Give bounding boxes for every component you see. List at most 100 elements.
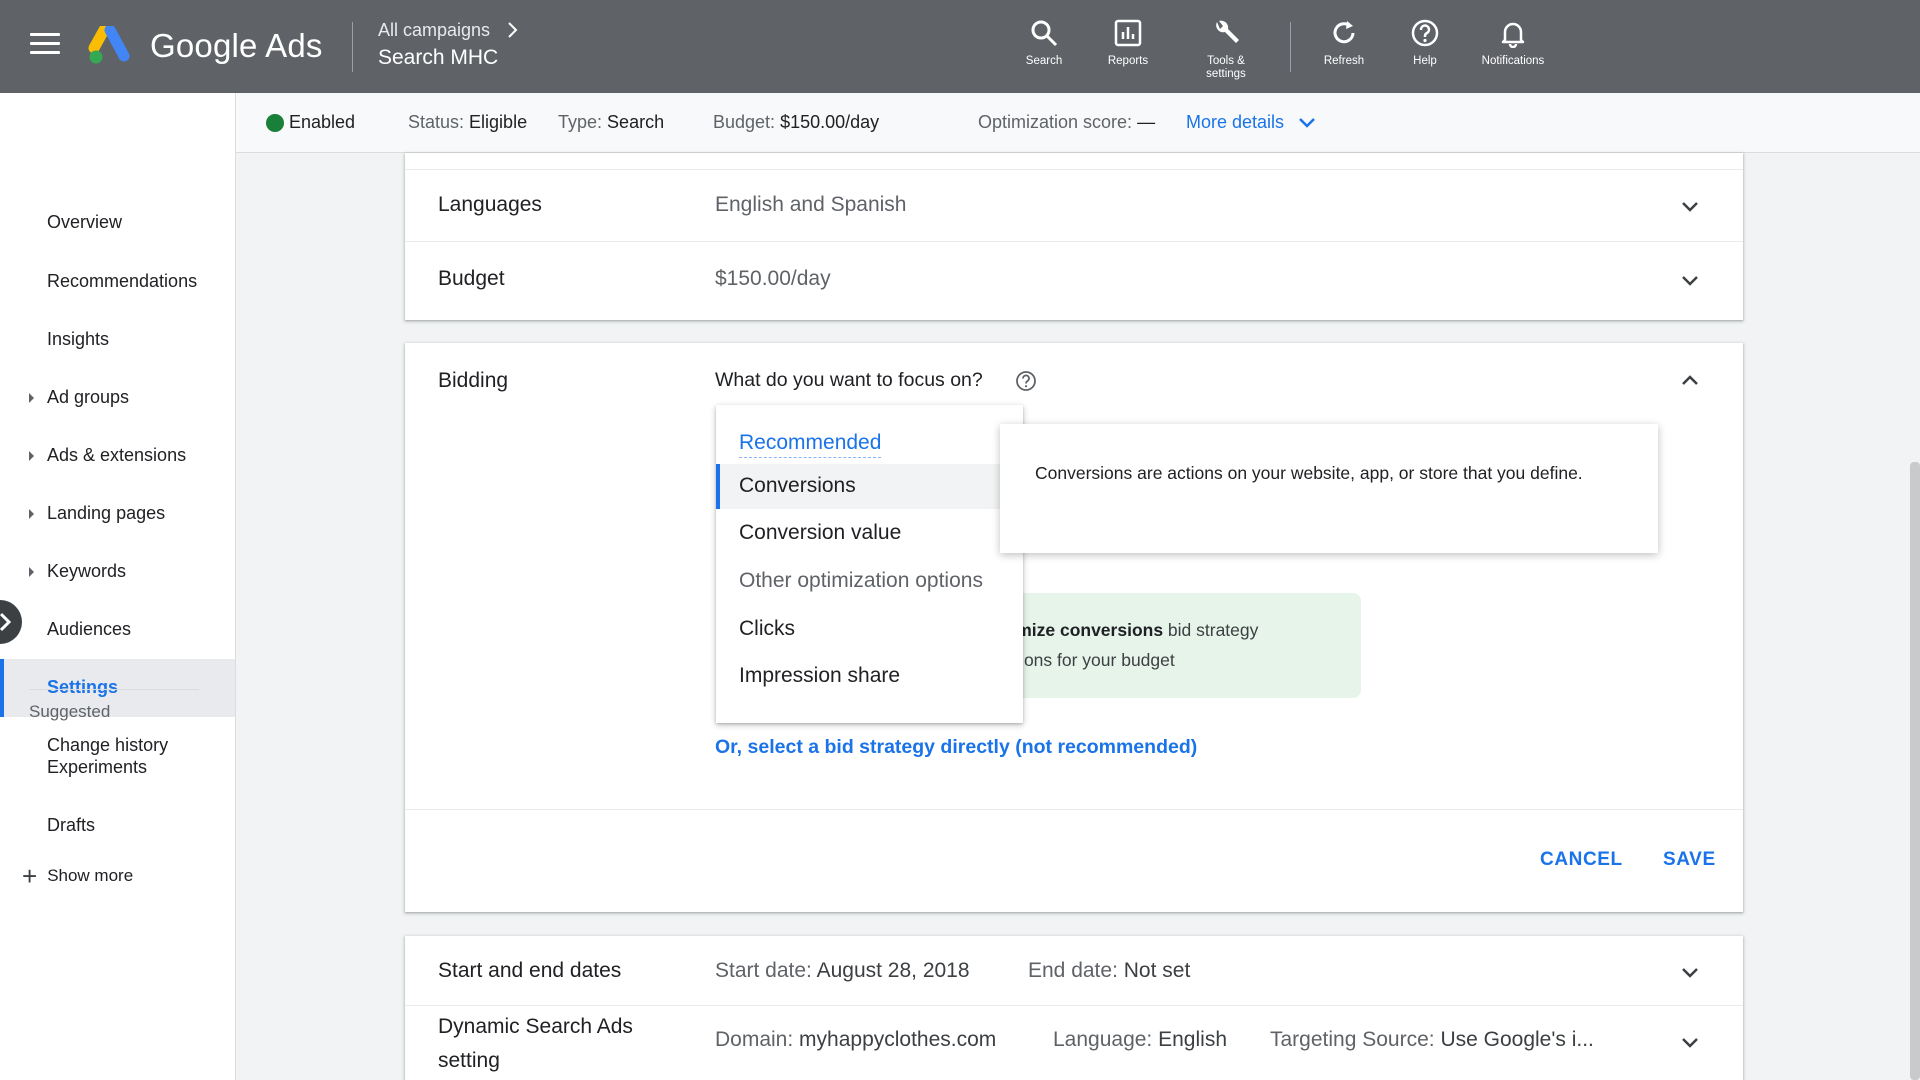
more-details-link[interactable]: More details (1186, 112, 1317, 133)
chevron-up-icon[interactable] (1679, 373, 1701, 387)
reports-icon (1114, 19, 1142, 47)
suggestion-rest: bid strategy (1163, 620, 1259, 640)
option-impression-share[interactable]: Impression share (716, 654, 1023, 699)
suggestion-line2: versions for your budget (987, 650, 1175, 670)
type-value: Search (607, 112, 665, 132)
show-more-label: Show more (47, 866, 134, 885)
domain-label: Domain: (715, 1028, 794, 1051)
end-date: End date: Not set (1028, 959, 1190, 983)
scrollbar-thumb[interactable] (1910, 462, 1920, 1080)
help-button[interactable]: Help (1380, 18, 1470, 68)
start-date-label: Start date: (715, 959, 812, 982)
notifications-button[interactable]: Notifications (1468, 18, 1558, 68)
expand-caret-icon[interactable] (29, 509, 34, 519)
google-ads-logo[interactable] (88, 26, 134, 66)
sidebar-item-label: Recommendations (47, 271, 198, 291)
sidebar-item-label: Landing pages (47, 503, 166, 523)
help-circle-icon[interactable] (1015, 370, 1037, 392)
option-label: Conversion value (739, 521, 902, 544)
show-more-button[interactable]: + Show more (22, 857, 134, 891)
sidebar-item-ads-extensions[interactable]: Ads & extensions (0, 427, 235, 485)
chevron-down-icon[interactable] (1679, 966, 1701, 980)
expand-caret-icon[interactable] (29, 393, 34, 403)
optimization-score: Optimization score: — (978, 112, 1155, 133)
enabled-status[interactable]: Enabled (289, 112, 355, 133)
option-conversions[interactable]: Conversions (716, 464, 1023, 509)
settings-card-top: Languages English and Spanish Budget $15… (405, 153, 1743, 320)
type-info: Type: Search (558, 112, 664, 133)
sidebar-item-insights[interactable]: Insights (0, 311, 235, 369)
targeting-source-value: Use Google's i... (1440, 1028, 1594, 1051)
option-clicks[interactable]: Clicks (716, 607, 1023, 652)
expand-caret-icon[interactable] (29, 451, 34, 461)
top-divider (352, 22, 353, 72)
help-icon (1411, 19, 1439, 47)
refresh-button[interactable]: Refresh (1299, 18, 1389, 68)
sidebar-item-label: Experiments (47, 757, 148, 777)
card-divider (405, 809, 1743, 810)
row-divider (405, 169, 1743, 170)
chevron-down-icon[interactable] (1679, 274, 1701, 288)
tooltip-text: Conversions are actions on your website,… (1035, 463, 1583, 483)
sidebar-item-label: Drafts (47, 815, 96, 835)
row-divider (405, 241, 1743, 242)
breadcrumb-parent[interactable]: All campaigns (378, 20, 490, 41)
targeting-source-label: Targeting Source: (1270, 1028, 1435, 1051)
sidebar-item-label: Settings (47, 677, 119, 697)
chevron-down-icon[interactable] (1679, 1036, 1701, 1050)
sidebar-item-overview[interactable]: Overview (0, 194, 235, 252)
sidebar-item-label: Insights (47, 329, 110, 349)
tools-settings-button[interactable]: Tools & settings (1181, 18, 1271, 81)
chevron-down-icon[interactable] (1679, 200, 1701, 214)
budget-label[interactable]: Budget (438, 267, 505, 291)
languages-label[interactable]: Languages (438, 193, 542, 217)
dates-label[interactable]: Start and end dates (438, 959, 621, 983)
sidebar-divider (29, 689, 199, 690)
refresh-icon (1333, 21, 1355, 44)
sidebar-item-audiences[interactable]: Audiences (0, 601, 235, 659)
menu-icon[interactable] (30, 33, 60, 57)
dropdown-header-label: Recommended (739, 431, 882, 458)
sidebar-item-label: Overview (47, 212, 123, 232)
select-bid-strategy-link[interactable]: Or, select a bid strategy directly (not … (715, 736, 1197, 759)
conversions-tooltip: Conversions are actions on your website,… (1000, 424, 1658, 553)
wrench-icon (1216, 20, 1239, 43)
search-label: Search (1025, 55, 1063, 67)
status-info: Status: Eligible (408, 112, 527, 133)
dropdown-header-other: Other optimization options (716, 559, 1023, 604)
sidebar-item-label: Keywords (47, 561, 127, 581)
reports-label: Reports (1107, 55, 1149, 67)
budget-label: Budget: (713, 112, 776, 132)
sidebar-item-ad-groups[interactable]: Ad groups (0, 369, 235, 427)
dsa-setting-label[interactable]: Dynamic Search Ads setting (438, 1010, 633, 1078)
sidebar-item-label: Ads & extensions (47, 445, 187, 465)
expand-caret-icon[interactable] (29, 567, 34, 577)
search-button[interactable]: Search (999, 18, 1089, 68)
search-icon (1031, 20, 1058, 47)
option-label: Clicks (739, 617, 795, 640)
domain-value: myhappyclothes.com (799, 1028, 997, 1051)
sidebar-item-experiments[interactable]: Experiments (0, 739, 235, 797)
tools-label-line1: Tools & (1207, 55, 1245, 67)
notifications-label: Notifications (1481, 55, 1545, 67)
plus-icon: + (22, 861, 38, 891)
status-label: Status: (408, 112, 465, 132)
sidebar-item-landing-pages[interactable]: Landing pages (0, 485, 235, 543)
reports-button[interactable]: Reports (1083, 18, 1173, 68)
sidebar-item-recommendations[interactable]: Recommendations (0, 253, 235, 311)
sidebar-item-keywords[interactable]: Keywords (0, 543, 235, 601)
suggested-header: Suggested (29, 702, 111, 721)
start-date: Start date: August 28, 2018 (715, 959, 970, 983)
budget-value: $150.00/day (780, 112, 880, 132)
campaign-status-bar: Enabled Status: Eligible Type: Search Bu… (236, 93, 1920, 153)
option-conversion-value[interactable]: Conversion value (716, 511, 1023, 556)
sidebar-item-drafts[interactable]: Drafts (0, 797, 235, 855)
start-date-value: August 28, 2018 (816, 959, 970, 982)
language-label: Language: (1053, 1028, 1153, 1051)
cancel-button[interactable]: CANCEL (1540, 849, 1623, 871)
brand-name: Google Ads (150, 27, 323, 64)
row-divider (405, 1005, 1743, 1006)
save-button[interactable]: SAVE (1663, 849, 1716, 871)
campaign-name[interactable]: Search MHC (378, 46, 498, 70)
status-value: Eligible (469, 112, 528, 132)
